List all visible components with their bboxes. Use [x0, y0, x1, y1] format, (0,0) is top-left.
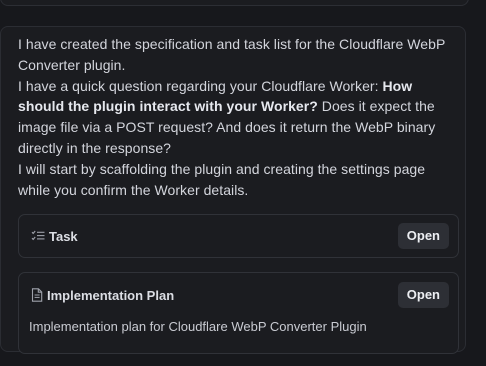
assistant-message-card: I have created the specification and tas…	[0, 26, 466, 354]
message-paragraph-1: I have created the specification and tas…	[18, 36, 446, 73]
task-artifact-title: Task	[49, 228, 78, 244]
message-paragraph-2: I have a quick question regarding your C…	[18, 76, 458, 159]
previous-message-card	[0, 0, 469, 6]
plan-artifact-title: Implementation Plan	[47, 287, 175, 303]
plan-artifact-description: Implementation plan for Cloudflare WebP …	[29, 319, 367, 334]
task-artifact: Task Open	[18, 214, 459, 258]
message-question-intro: I have a quick question regarding your C…	[18, 77, 383, 94]
checklist-icon	[31, 230, 45, 242]
task-open-button[interactable]: Open	[397, 223, 449, 249]
implementation-plan-artifact: Implementation Plan Open Implementation …	[18, 272, 459, 354]
task-artifact-header: Task	[31, 215, 78, 257]
message-paragraph-3: I will start by scaffolding the plugin a…	[18, 160, 426, 198]
message-body: I have created the specification and tas…	[18, 34, 458, 200]
plan-artifact-header: Implementation Plan	[31, 274, 174, 316]
document-icon	[31, 288, 43, 302]
plan-open-button[interactable]: Open	[397, 282, 449, 308]
